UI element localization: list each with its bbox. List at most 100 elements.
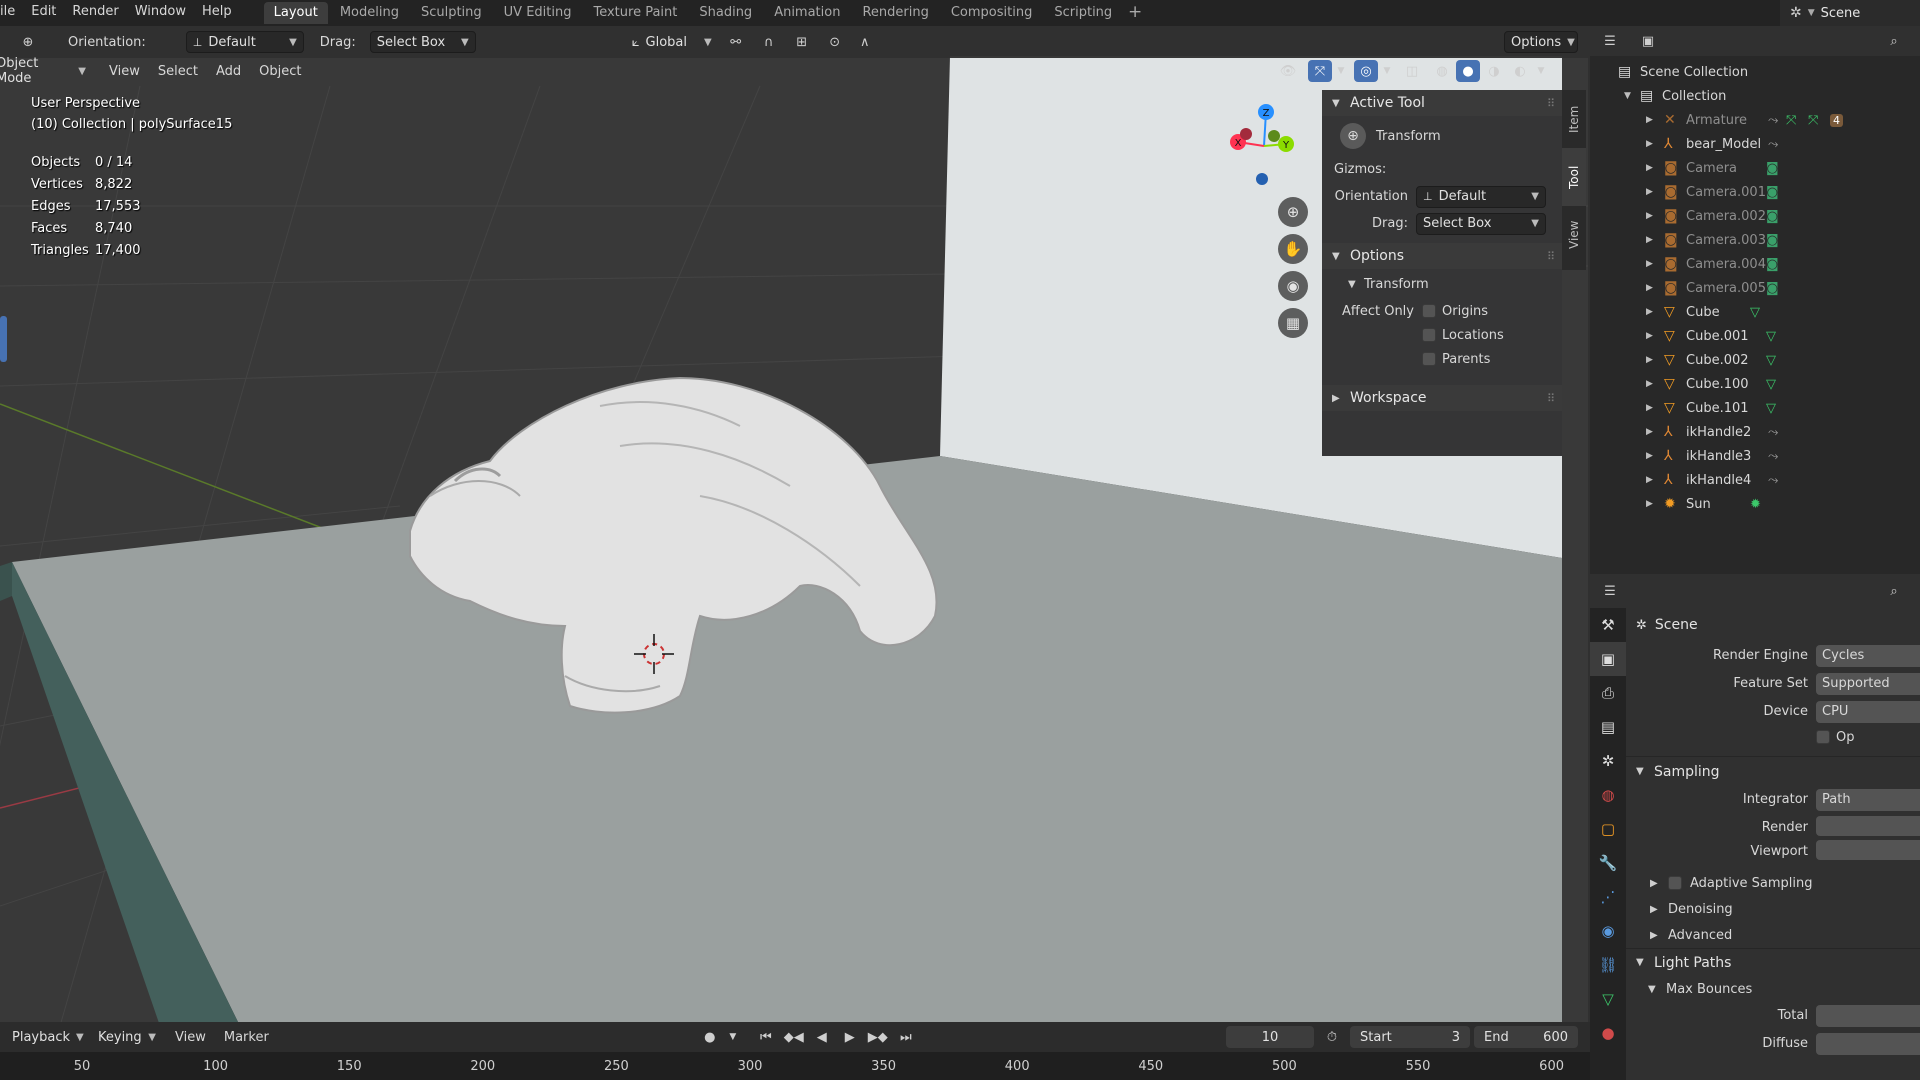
light-data-icon[interactable]: ✹ <box>1750 497 1761 512</box>
tab-modeling[interactable]: Modeling <box>330 2 409 24</box>
outliner-item[interactable]: ▶ ✹ Sun ✹ <box>1590 492 1920 516</box>
object-menu[interactable]: Object <box>250 64 310 79</box>
render-samples-field[interactable] <box>1816 816 1920 836</box>
locations-checkbox[interactable] <box>1422 328 1436 342</box>
drag-grip-icon[interactable]: ⠿ <box>1547 392 1555 405</box>
constraint-icon[interactable]: ⤳ <box>1768 449 1778 464</box>
outliner-item[interactable]: ▶ ▽ Cube.100 ▽ <box>1590 372 1920 396</box>
xray-toggle-icon[interactable]: ◫ <box>1400 60 1424 82</box>
material-tab-icon[interactable]: ● <box>1590 1016 1626 1050</box>
tab-rendering[interactable]: Rendering <box>852 2 938 24</box>
jump-start-icon[interactable]: ⏮ <box>754 1026 778 1048</box>
diffuse-bounces-field[interactable] <box>1816 1033 1920 1055</box>
camera-data-icon[interactable]: ◙ <box>1766 233 1779 248</box>
constraint-icon[interactable]: ⤳ <box>1768 113 1778 128</box>
tab-compositing[interactable]: Compositing <box>941 2 1043 24</box>
outliner-item[interactable]: ▶ ⅄ ikHandle2 ⤳ <box>1590 420 1920 444</box>
3d-viewport[interactable]: ⊕ Orientation: ⊥ Default ▼ Drag: Select … <box>0 26 1588 1026</box>
render-tab-icon[interactable]: ▣ <box>1590 642 1626 676</box>
expand-right-icon[interactable]: ▶ <box>1646 283 1653 293</box>
chevron-down-icon[interactable]: ▼ <box>1380 60 1394 82</box>
tab-texture-paint[interactable]: Texture Paint <box>583 2 687 24</box>
expand-right-icon[interactable]: ▶ <box>1646 211 1653 221</box>
tab-view[interactable]: View <box>1562 206 1586 264</box>
light-paths-header[interactable]: ▼ Light Paths <box>1626 948 1920 976</box>
expand-right-icon[interactable]: ▶ <box>1646 331 1653 341</box>
menu-edit[interactable]: Edit <box>23 0 64 26</box>
adaptive-sampling-header[interactable]: ▶ Adaptive Sampling <box>1626 870 1920 896</box>
material-shading-icon[interactable]: ◑ <box>1482 60 1506 82</box>
render-engine-dropdown[interactable]: Cycles <box>1816 645 1920 667</box>
tab-sculpting[interactable]: Sculpting <box>411 2 492 24</box>
drag-grip-icon[interactable]: ⠿ <box>1547 97 1555 110</box>
add-menu[interactable]: Add <box>207 64 250 79</box>
outliner-item[interactable]: ▶ ◙ Camera.003 ◙ <box>1590 228 1920 252</box>
np-orientation-dropdown[interactable]: ⊥ Default ▼ <box>1416 185 1546 208</box>
tool-tab-icon[interactable]: ⚒ <box>1590 608 1626 642</box>
record-icon[interactable]: ● <box>698 1026 722 1048</box>
expand-right-icon[interactable]: ▶ <box>1646 115 1653 125</box>
tab-shading[interactable]: Shading <box>689 2 762 24</box>
outliner-item[interactable]: ▶ ◙ Camera ◙ <box>1590 156 1920 180</box>
snap-icon[interactable]: ∩ <box>754 31 784 53</box>
region-toggle[interactable] <box>0 316 7 362</box>
zoom-icon[interactable]: ⊕ <box>1278 197 1308 227</box>
chevron-down-icon[interactable]: ▼ <box>1334 60 1348 82</box>
expand-right-icon[interactable]: ▶ <box>1646 163 1653 173</box>
outliner-item[interactable]: ▶ ⅄ ikHandle4 ⤳ <box>1590 468 1920 492</box>
menu-window[interactable]: Window <box>127 0 194 26</box>
mesh-data-icon[interactable]: ▽ <box>1750 305 1760 320</box>
rendered-shading-icon[interactable]: ◐ <box>1508 60 1532 82</box>
tab-scripting[interactable]: Scripting <box>1044 2 1122 24</box>
expand-right-icon[interactable]: ▶ <box>1646 307 1653 317</box>
outliner-item[interactable]: ▶ ▽ Cube.001 ▽ <box>1590 324 1920 348</box>
expand-right-icon[interactable]: ▶ <box>1646 139 1653 149</box>
timeline-view-menu[interactable]: View <box>166 1030 215 1045</box>
expand-right-icon[interactable]: ▶ <box>1646 355 1653 365</box>
expand-right-icon[interactable]: ▶ <box>1646 259 1653 269</box>
expand-right-icon[interactable]: ▶ <box>1646 499 1653 509</box>
options-header[interactable]: ▼ Options ⠿ <box>1322 243 1562 269</box>
device-dropdown[interactable]: CPU <box>1816 701 1920 723</box>
menu-file[interactable]: ile <box>0 0 23 26</box>
expand-right-icon[interactable]: ▶ <box>1646 475 1653 485</box>
active-tool-row[interactable]: ⊕ Transform <box>1322 116 1562 156</box>
options-dropdown[interactable]: Options ▼ <box>1504 31 1578 53</box>
ortho-toggle-icon[interactable]: ▦ <box>1278 308 1308 338</box>
next-keyframe-icon[interactable]: ▶◆ <box>866 1026 890 1048</box>
pose-icon[interactable]: ⤧ <box>1786 113 1796 128</box>
visibility-icon[interactable]: 👁 <box>1276 60 1300 82</box>
gizmo-neg-x[interactable] <box>1240 128 1252 140</box>
outliner-item[interactable]: ▶ ◙ Camera.002 ◙ <box>1590 204 1920 228</box>
scene-collection-row[interactable]: ▤ Scene Collection <box>1590 60 1920 84</box>
expand-right-icon[interactable]: ▶ <box>1646 187 1653 197</box>
snap-target-icon[interactable]: ⊞ <box>784 31 820 53</box>
mesh-data-icon[interactable]: ▽ <box>1766 353 1776 368</box>
editor-type-icon[interactable]: ☰ <box>1598 580 1622 602</box>
mesh-data-icon[interactable]: ▽ <box>1766 401 1776 416</box>
start-frame-field[interactable]: Start 3 <box>1350 1026 1470 1048</box>
expand-right-icon[interactable]: ▶ <box>1646 235 1653 245</box>
expand-right-icon[interactable]: ▶ <box>1646 403 1653 413</box>
pivot-point-icon[interactable]: ⚯ <box>718 31 754 53</box>
camera-data-icon[interactable]: ◙ <box>1766 209 1779 224</box>
advanced-header[interactable]: ▶ Advanced <box>1626 922 1920 948</box>
max-bounces-header[interactable]: ▼ Max Bounces <box>1626 976 1920 1002</box>
osl-checkbox[interactable] <box>1816 730 1830 744</box>
constraints-tab-icon[interactable]: ⛓ <box>1590 948 1626 982</box>
play-reverse-icon[interactable]: ◀ <box>810 1026 834 1048</box>
constraint-icon[interactable]: ⤳ <box>1768 473 1778 488</box>
camera-view-icon[interactable]: ◉ <box>1278 271 1308 301</box>
bone-icon[interactable]: ⤧ <box>1808 113 1818 128</box>
outliner-item[interactable]: ▶ ◙ Camera.001 ◙ <box>1590 180 1920 204</box>
display-mode-icon[interactable]: ▣ <box>1636 30 1660 52</box>
camera-data-icon[interactable]: ◙ <box>1766 185 1779 200</box>
editor-type-icon[interactable]: ☰ <box>1598 30 1622 52</box>
denoising-header[interactable]: ▶ Denoising <box>1626 896 1920 922</box>
drag-dropdown[interactable]: Select Box ▼ <box>369 31 476 53</box>
active-tool-header[interactable]: ▼ Active Tool ⠿ <box>1322 90 1562 116</box>
expand-right-icon[interactable]: ▶ <box>1646 451 1653 461</box>
outliner-item[interactable]: ▶ ▽ Cube ▽ <box>1590 300 1920 324</box>
play-icon[interactable]: ▶ <box>838 1026 862 1048</box>
outliner-item[interactable]: ▶ ▽ Cube.101 ▽ <box>1590 396 1920 420</box>
